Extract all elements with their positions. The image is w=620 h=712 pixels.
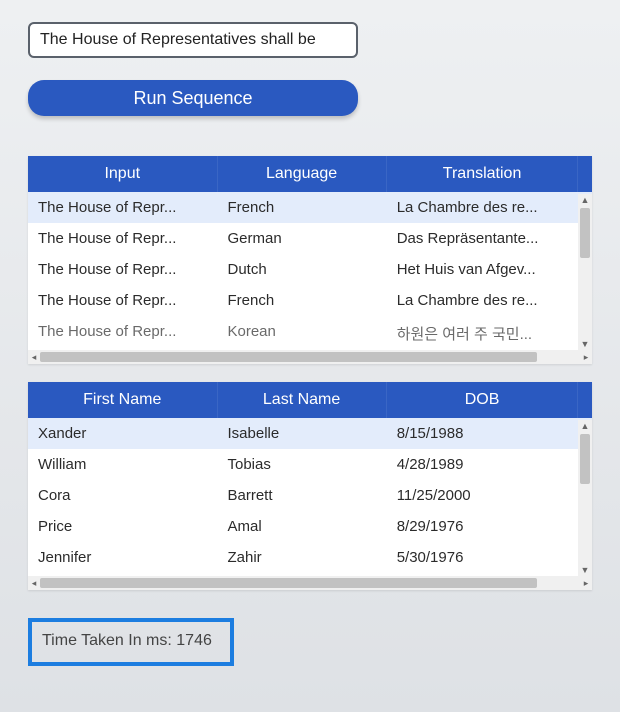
table-row[interactable]: Cora Barrett 11/25/2000 <box>28 480 592 511</box>
cell-language: German <box>218 223 387 254</box>
cell-input: The House of Repr... <box>28 223 218 254</box>
scroll-thumb[interactable] <box>40 578 537 588</box>
scroll-down-icon[interactable]: ▼ <box>578 338 592 350</box>
cell-language: French <box>218 192 387 223</box>
cell-dob: 5/30/1976 <box>387 542 579 573</box>
cell-language: French <box>218 285 387 316</box>
translations-vscrollbar[interactable]: ▲ ▼ <box>578 194 592 350</box>
cell-first-name: Jennifer <box>28 542 218 573</box>
translations-table: Input Language Translation The House of … <box>28 156 592 364</box>
scroll-thumb[interactable] <box>40 352 537 362</box>
table-row[interactable]: The House of Repr... Dutch Het Huis van … <box>28 254 592 285</box>
scroll-thumb[interactable] <box>580 208 590 258</box>
sentence-input[interactable] <box>28 22 358 58</box>
scroll-left-icon[interactable]: ◂ <box>28 352 40 363</box>
cell-input: The House of Repr... <box>28 285 218 316</box>
cell-last-name: Barrett <box>218 480 387 511</box>
scroll-up-icon[interactable]: ▲ <box>578 194 592 206</box>
translations-header-row: Input Language Translation <box>28 156 592 192</box>
cell-first-name: Xander <box>28 418 218 449</box>
cell-translation: Het Huis van Afgev... <box>387 254 579 285</box>
cell-last-name: Tobias <box>218 449 387 480</box>
scroll-thumb[interactable] <box>580 434 590 484</box>
cell-input: The House of Repr... <box>28 316 218 350</box>
cell-first-name: William <box>28 449 218 480</box>
table-row[interactable]: The House of Repr... French La Chambre d… <box>28 192 592 223</box>
cell-dob: 4/28/1989 <box>387 449 579 480</box>
translations-header-language[interactable]: Language <box>218 156 387 192</box>
cell-translation: Das Repräsentante... <box>387 223 579 254</box>
table-row[interactable]: William Tobias 4/28/1989 <box>28 449 592 480</box>
table-row[interactable]: The House of Repr... Korean 하원은 여러 주 국민.… <box>28 316 592 350</box>
time-taken-value: 1746 <box>176 632 212 649</box>
scroll-up-icon[interactable]: ▲ <box>578 420 592 432</box>
cell-last-name: Amal <box>218 511 387 542</box>
cell-first-name: Cora <box>28 480 218 511</box>
cell-input: The House of Repr... <box>28 192 218 223</box>
people-header-first-name[interactable]: First Name <box>28 382 218 418</box>
run-sequence-button[interactable]: Run Sequence <box>28 80 358 116</box>
cell-last-name: Zahir <box>218 542 387 573</box>
table-row[interactable]: Xander Isabelle 8/15/1988 <box>28 418 592 449</box>
scroll-left-icon[interactable]: ◂ <box>28 578 40 589</box>
people-hscrollbar[interactable]: ◂ ▸ <box>28 576 592 590</box>
cell-translation: La Chambre des re... <box>387 192 579 223</box>
translations-header-input[interactable]: Input <box>28 156 218 192</box>
table-row[interactable]: The House of Repr... French La Chambre d… <box>28 285 592 316</box>
table-row[interactable]: Price Amal 8/29/1976 <box>28 511 592 542</box>
translations-hscrollbar[interactable]: ◂ ▸ <box>28 350 592 364</box>
cell-input: The House of Repr... <box>28 254 218 285</box>
cell-translation: 하원은 여러 주 국민... <box>387 316 579 350</box>
scroll-right-icon[interactable]: ▸ <box>580 578 592 589</box>
people-table: First Name Last Name DOB Xander Isabelle… <box>28 382 592 590</box>
time-taken-status: Time Taken In ms: 1746 <box>28 618 234 666</box>
time-taken-label: Time Taken In ms: <box>42 632 172 649</box>
people-header-row: First Name Last Name DOB <box>28 382 592 418</box>
cell-dob: 8/29/1976 <box>387 511 579 542</box>
cell-language: Dutch <box>218 254 387 285</box>
cell-dob: 11/25/2000 <box>387 480 579 511</box>
people-header-last-name[interactable]: Last Name <box>218 382 387 418</box>
cell-dob: 8/15/1988 <box>387 418 579 449</box>
cell-translation: La Chambre des re... <box>387 285 579 316</box>
cell-language: Korean <box>218 316 387 350</box>
people-header-dob[interactable]: DOB <box>387 382 579 418</box>
scroll-right-icon[interactable]: ▸ <box>580 352 592 363</box>
scroll-down-icon[interactable]: ▼ <box>578 564 592 576</box>
cell-first-name: Price <box>28 511 218 542</box>
table-row[interactable]: The House of Repr... German Das Repräsen… <box>28 223 592 254</box>
translations-header-translation[interactable]: Translation <box>387 156 579 192</box>
table-row[interactable]: Jennifer Zahir 5/30/1976 <box>28 542 592 573</box>
cell-last-name: Isabelle <box>218 418 387 449</box>
people-vscrollbar[interactable]: ▲ ▼ <box>578 420 592 576</box>
